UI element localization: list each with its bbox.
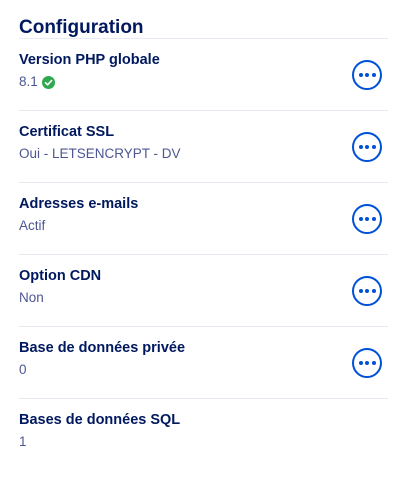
more-horizontal-icon bbox=[358, 73, 363, 77]
more-horizontal-icon-dot bbox=[365, 217, 369, 221]
row-value-line: Actif bbox=[19, 218, 388, 234]
row-label: Bases de données SQL bbox=[19, 412, 181, 428]
row-label: Version PHP globale bbox=[19, 52, 160, 68]
row-value: 8.1 bbox=[19, 74, 38, 89]
config-row-email-addresses: Adresses e-mails Actif bbox=[19, 183, 388, 254]
row-value: 0 bbox=[19, 362, 27, 377]
row-value-line: 0 bbox=[19, 362, 388, 378]
row-value: Actif bbox=[19, 218, 46, 233]
email-addresses-actions-button[interactable] bbox=[352, 204, 382, 234]
row-value-line: 8.1 bbox=[19, 74, 388, 90]
more-horizontal-icon-dot bbox=[371, 145, 376, 149]
row-label: Certificat SSL bbox=[19, 124, 115, 140]
config-row-private-database: Base de données privée 0 bbox=[19, 327, 388, 398]
configuration-panel: Configuration Version PHP globale 8.1 Ce… bbox=[0, 0, 400, 481]
row-value: 1 bbox=[19, 434, 27, 449]
panel-title: Configuration bbox=[19, 17, 144, 38]
more-horizontal-icon-dot bbox=[365, 73, 369, 77]
check-circle-icon bbox=[41, 75, 55, 89]
more-horizontal-icon-dot bbox=[371, 217, 376, 221]
row-value-line: Oui - LETSENCRYPT - DV bbox=[19, 146, 388, 162]
cdn-option-actions-button[interactable] bbox=[352, 276, 382, 306]
more-horizontal-icon-dot bbox=[365, 361, 369, 365]
config-row-php-version: Version PHP globale 8.1 bbox=[19, 39, 388, 110]
row-value-line: Non bbox=[19, 290, 388, 306]
row-label: Base de données privée bbox=[19, 340, 186, 356]
more-horizontal-icon bbox=[358, 361, 363, 365]
more-horizontal-icon bbox=[358, 289, 363, 293]
row-value-line: 1 bbox=[19, 434, 388, 450]
more-horizontal-icon-dot bbox=[365, 145, 369, 149]
config-row-cdn-option: Option CDN Non bbox=[19, 255, 388, 326]
more-horizontal-icon bbox=[358, 145, 363, 149]
ssl-certificate-actions-button[interactable] bbox=[352, 132, 382, 162]
more-horizontal-icon-dot bbox=[371, 73, 376, 77]
more-horizontal-icon-dot bbox=[371, 361, 376, 365]
config-row-sql-databases: Bases de données SQL 1 bbox=[19, 399, 388, 470]
more-horizontal-icon-dot bbox=[365, 289, 369, 293]
more-horizontal-icon bbox=[358, 217, 363, 221]
row-value: Non bbox=[19, 290, 44, 305]
row-label: Adresses e-mails bbox=[19, 196, 139, 212]
row-label: Option CDN bbox=[19, 268, 102, 284]
row-value: Oui - LETSENCRYPT - DV bbox=[19, 146, 181, 161]
php-version-actions-button[interactable] bbox=[352, 60, 382, 90]
more-horizontal-icon-dot bbox=[371, 289, 376, 293]
config-row-ssl-certificate: Certificat SSL Oui - LETSENCRYPT - DV bbox=[19, 111, 388, 182]
private-database-actions-button[interactable] bbox=[352, 348, 382, 378]
